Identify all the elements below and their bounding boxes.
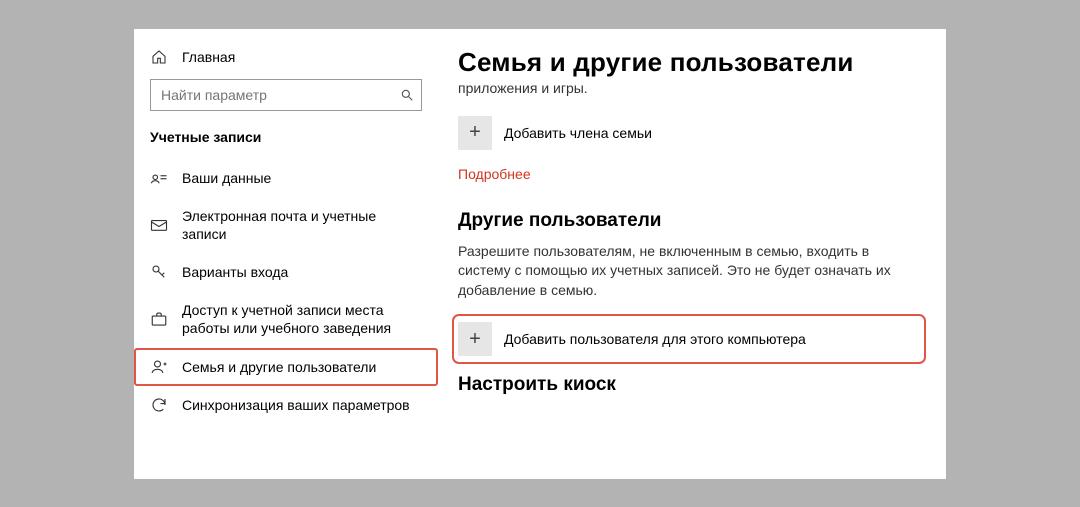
sidebar-item-family-users[interactable]: Семья и другие пользователи: [134, 348, 438, 386]
other-users-heading: Другие пользователи: [458, 210, 922, 232]
family-subtext: приложения и игры.: [458, 80, 922, 96]
sidebar: Главная Учетные записи Ваши данные: [134, 29, 438, 479]
add-family-member-label: Добавить члена семьи: [504, 125, 652, 141]
home-nav[interactable]: Главная: [134, 43, 438, 79]
sidebar-item-label: Варианты входа: [182, 263, 422, 281]
person-card-icon: [150, 171, 168, 185]
content-pane: Семья и другие пользователи приложения и…: [438, 29, 946, 479]
nav-list: Ваши данные Электронная почта и учетные …: [134, 159, 438, 425]
mail-icon: [150, 218, 168, 232]
sidebar-item-your-info[interactable]: Ваши данные: [134, 159, 438, 197]
add-other-user-button[interactable]: + Добавить пользователя для этого компью…: [456, 318, 922, 360]
sidebar-item-signin-options[interactable]: Варианты входа: [134, 253, 438, 291]
page-title: Семья и другие пользователи: [458, 47, 922, 78]
learn-more-link[interactable]: Подробнее: [458, 166, 531, 182]
person-plus-icon: [150, 358, 168, 376]
kiosk-heading: Настроить киоск: [458, 374, 922, 396]
sidebar-item-label: Синхронизация ваших параметров: [182, 396, 422, 414]
sidebar-item-email-accounts[interactable]: Электронная почта и учетные записи: [134, 197, 438, 253]
category-label: Учетные записи: [134, 125, 438, 159]
sidebar-item-label: Доступ к учетной записи места работы или…: [182, 301, 422, 337]
plus-icon: +: [458, 116, 492, 150]
other-users-description: Разрешите пользователям, не включенным в…: [458, 242, 918, 301]
sidebar-item-label: Семья и другие пользователи: [182, 358, 422, 376]
sidebar-item-label: Электронная почта и учетные записи: [182, 207, 422, 243]
search-wrap: [150, 79, 422, 111]
search-input[interactable]: [150, 79, 422, 111]
sidebar-item-work-access[interactable]: Доступ к учетной записи места работы или…: [134, 291, 438, 347]
plus-icon: +: [458, 322, 492, 356]
home-icon: [150, 49, 168, 65]
key-icon: [150, 263, 168, 281]
home-label: Главная: [182, 49, 235, 65]
sidebar-item-label: Ваши данные: [182, 169, 422, 187]
sidebar-item-sync[interactable]: Синхронизация ваших параметров: [134, 386, 438, 424]
briefcase-icon: [150, 311, 168, 327]
settings-window: Главная Учетные записи Ваши данные: [134, 29, 946, 479]
add-family-member-button[interactable]: + Добавить члена семьи: [458, 114, 922, 152]
sync-icon: [150, 396, 168, 414]
add-other-user-label: Добавить пользователя для этого компьюте…: [504, 331, 806, 347]
